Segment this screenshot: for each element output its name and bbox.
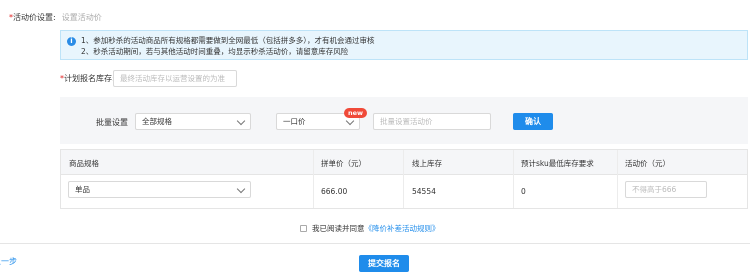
chevron-down-icon bbox=[236, 116, 246, 126]
row-spec-select[interactable]: 单品 bbox=[68, 181, 251, 198]
table-header: 商品规格 拼单价（元） 线上库存 预计sku最低库存要求 活动价（元） bbox=[61, 150, 747, 175]
chevron-down-icon bbox=[345, 116, 355, 126]
batch-price-input[interactable]: 批量设置活动价 bbox=[373, 113, 491, 130]
agreement-rules-link[interactable]: 《降价补差活动规则》 bbox=[365, 223, 440, 234]
row-spec-value: 单品 bbox=[75, 185, 90, 194]
col-header-min-stock: 预计sku最低库存要求 bbox=[521, 159, 594, 168]
notice-line-1: 1、参加秒杀的活动商品所有规格都需要做到全网最低（包括拼多多），才有机会通过审核 bbox=[81, 36, 375, 45]
stock-label: 计划报名库存: bbox=[64, 74, 115, 83]
submit-button[interactable]: 提交报名 bbox=[359, 255, 409, 272]
spec-select-value: 全部规格 bbox=[142, 117, 172, 126]
cell-group-price: 666.00 bbox=[321, 187, 348, 196]
prev-step-link[interactable]: 上一步 bbox=[0, 256, 17, 267]
column-divider bbox=[617, 150, 618, 208]
info-icon: i bbox=[67, 37, 76, 46]
footer-divider bbox=[0, 243, 750, 244]
new-badge: new bbox=[344, 108, 368, 118]
confirm-button[interactable]: 确认 bbox=[513, 113, 553, 130]
price-type-select-value: 一口价 bbox=[283, 117, 306, 126]
row-activity-price-input[interactable]: 不得高于666 bbox=[625, 181, 707, 198]
col-header-online-stock: 线上库存 bbox=[412, 159, 442, 168]
col-header-group-price: 拼单价（元） bbox=[321, 159, 366, 168]
notice-line-2: 2、秒杀活动期间，若与其他活动时间重叠，均显示秒杀活动价，请留意库存风险 bbox=[81, 47, 349, 56]
activity-price-value: 设置活动价 bbox=[61, 13, 102, 22]
column-divider bbox=[513, 150, 514, 208]
cell-online-stock: 54554 bbox=[412, 187, 436, 196]
sku-table: 商品规格 拼单价（元） 线上库存 预计sku最低库存要求 活动价（元） 单品 6… bbox=[60, 149, 748, 209]
activity-price-row: * 活动价设置: 设置活动价 bbox=[9, 12, 102, 23]
col-header-spec: 商品规格 bbox=[69, 159, 99, 168]
agree-checkbox[interactable] bbox=[300, 225, 307, 232]
agreement-text: 我已阅读并同意 bbox=[312, 224, 365, 233]
chevron-down-icon bbox=[236, 184, 246, 194]
agreement-row: 我已阅读并同意 《降价补差活动规则》 bbox=[300, 223, 440, 234]
batch-label: 批量设置 bbox=[96, 118, 128, 127]
spec-select[interactable]: 全部规格 bbox=[135, 113, 251, 130]
notice-box: i 1、参加秒杀的活动商品所有规格都需要做到全网最低（包括拼多多），才有机会通过… bbox=[60, 30, 748, 60]
column-divider bbox=[403, 150, 404, 208]
column-divider bbox=[313, 150, 314, 208]
activity-price-label: 活动价设置: bbox=[13, 13, 56, 22]
stock-input[interactable]: 最终活动库存以运营设置的为准 bbox=[113, 70, 237, 87]
cell-min-stock: 0 bbox=[521, 187, 526, 196]
stock-row: * 计划报名库存: bbox=[60, 73, 115, 84]
col-header-activity-price: 活动价（元） bbox=[625, 159, 670, 168]
